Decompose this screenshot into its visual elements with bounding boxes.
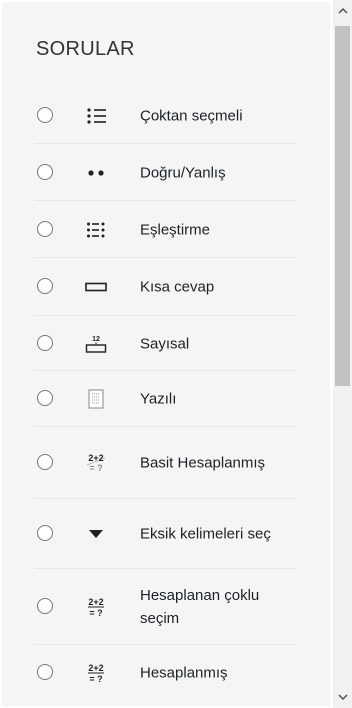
question-type-essay[interactable]: Yazılı [2, 371, 330, 427]
question-type-label: Yazılı [140, 390, 177, 408]
panel-title: SORULAR [36, 38, 135, 60]
radio-button[interactable] [37, 390, 53, 406]
radio-button[interactable] [37, 525, 53, 541]
calc-icon-bottom: = ? [89, 674, 102, 684]
question-type-label: Doğru/Yanlış [140, 164, 226, 181]
question-type-match[interactable]: Eşleştirme [2, 201, 330, 258]
scroll-up-arrow-icon[interactable] [333, 2, 352, 19]
numerical-icon-text: 12 [92, 336, 100, 343]
shortanswer-icon [82, 277, 110, 297]
question-type-label: Hesaplanmış [140, 664, 228, 682]
calc-icon-bottom: = ? [89, 463, 102, 473]
radio-button[interactable] [37, 454, 53, 470]
calc-icon-top: 2+2 [88, 663, 103, 673]
radio-button[interactable] [37, 163, 53, 180]
question-type-multichoice[interactable]: Çoktan seçmeli [2, 88, 330, 144]
question-type-label: Çoktan seçmeli [140, 107, 243, 125]
question-type-calculated[interactable]: 2+2 = ? Hesaplanmış [2, 645, 330, 701]
vertical-scrollbar[interactable] [333, 0, 352, 708]
question-type-panel: SORULAR Çoktan seçmeli Doğru/Yanlış Eşle… [2, 2, 330, 706]
dropdown-arrow-icon [82, 524, 110, 544]
calculated-multi-icon: 2+2 = ? [82, 597, 110, 618]
calc-icon-top: 2+2 [88, 597, 103, 607]
multichoice-icon [82, 106, 110, 126]
radio-button[interactable] [37, 220, 53, 237]
question-type-label: Hesaplanan çoklu seçim [140, 587, 260, 627]
essay-icon [82, 389, 110, 409]
radio-button[interactable] [37, 334, 53, 351]
question-type-label: Basit Hesaplanmış [140, 454, 266, 472]
scroll-down-arrow-icon[interactable] [333, 689, 352, 706]
calculated-simple-icon: 2+2 = ? [82, 453, 110, 473]
calculated-icon: 2+2 = ? [82, 663, 110, 684]
question-type-numerical[interactable]: 12 Sayısal [2, 316, 330, 371]
question-type-shortanswer[interactable]: Kısa cevap [2, 258, 330, 316]
scroll-thumb[interactable] [335, 26, 350, 386]
question-type-truefalse[interactable]: Doğru/Yanlış [2, 144, 330, 201]
radio-button[interactable] [37, 664, 53, 680]
match-icon [82, 220, 110, 240]
numerical-icon: 12 [82, 334, 110, 354]
radio-button[interactable] [37, 107, 53, 123]
question-type-calculated-simple[interactable]: 2+2 = ? Basit Hesaplanmış [2, 427, 330, 499]
question-type-list: Çoktan seçmeli Doğru/Yanlış Eşleştirme K… [2, 88, 330, 701]
question-type-label: Kısa cevap [140, 278, 215, 296]
radio-button[interactable] [37, 598, 53, 614]
question-type-calculated-multi[interactable]: 2+2 = ? Hesaplanan çoklu seçim [2, 569, 330, 645]
truefalse-icon [82, 163, 110, 183]
question-type-label: Sayısal [140, 335, 190, 352]
calc-icon-bottom: = ? [89, 608, 102, 618]
question-type-label: Eksik kelimeleri seç [140, 525, 271, 543]
question-type-label: Eşleştirme [140, 221, 211, 238]
question-type-gapselect[interactable]: Eksik kelimeleri seç [2, 499, 330, 569]
radio-button[interactable] [37, 278, 53, 294]
